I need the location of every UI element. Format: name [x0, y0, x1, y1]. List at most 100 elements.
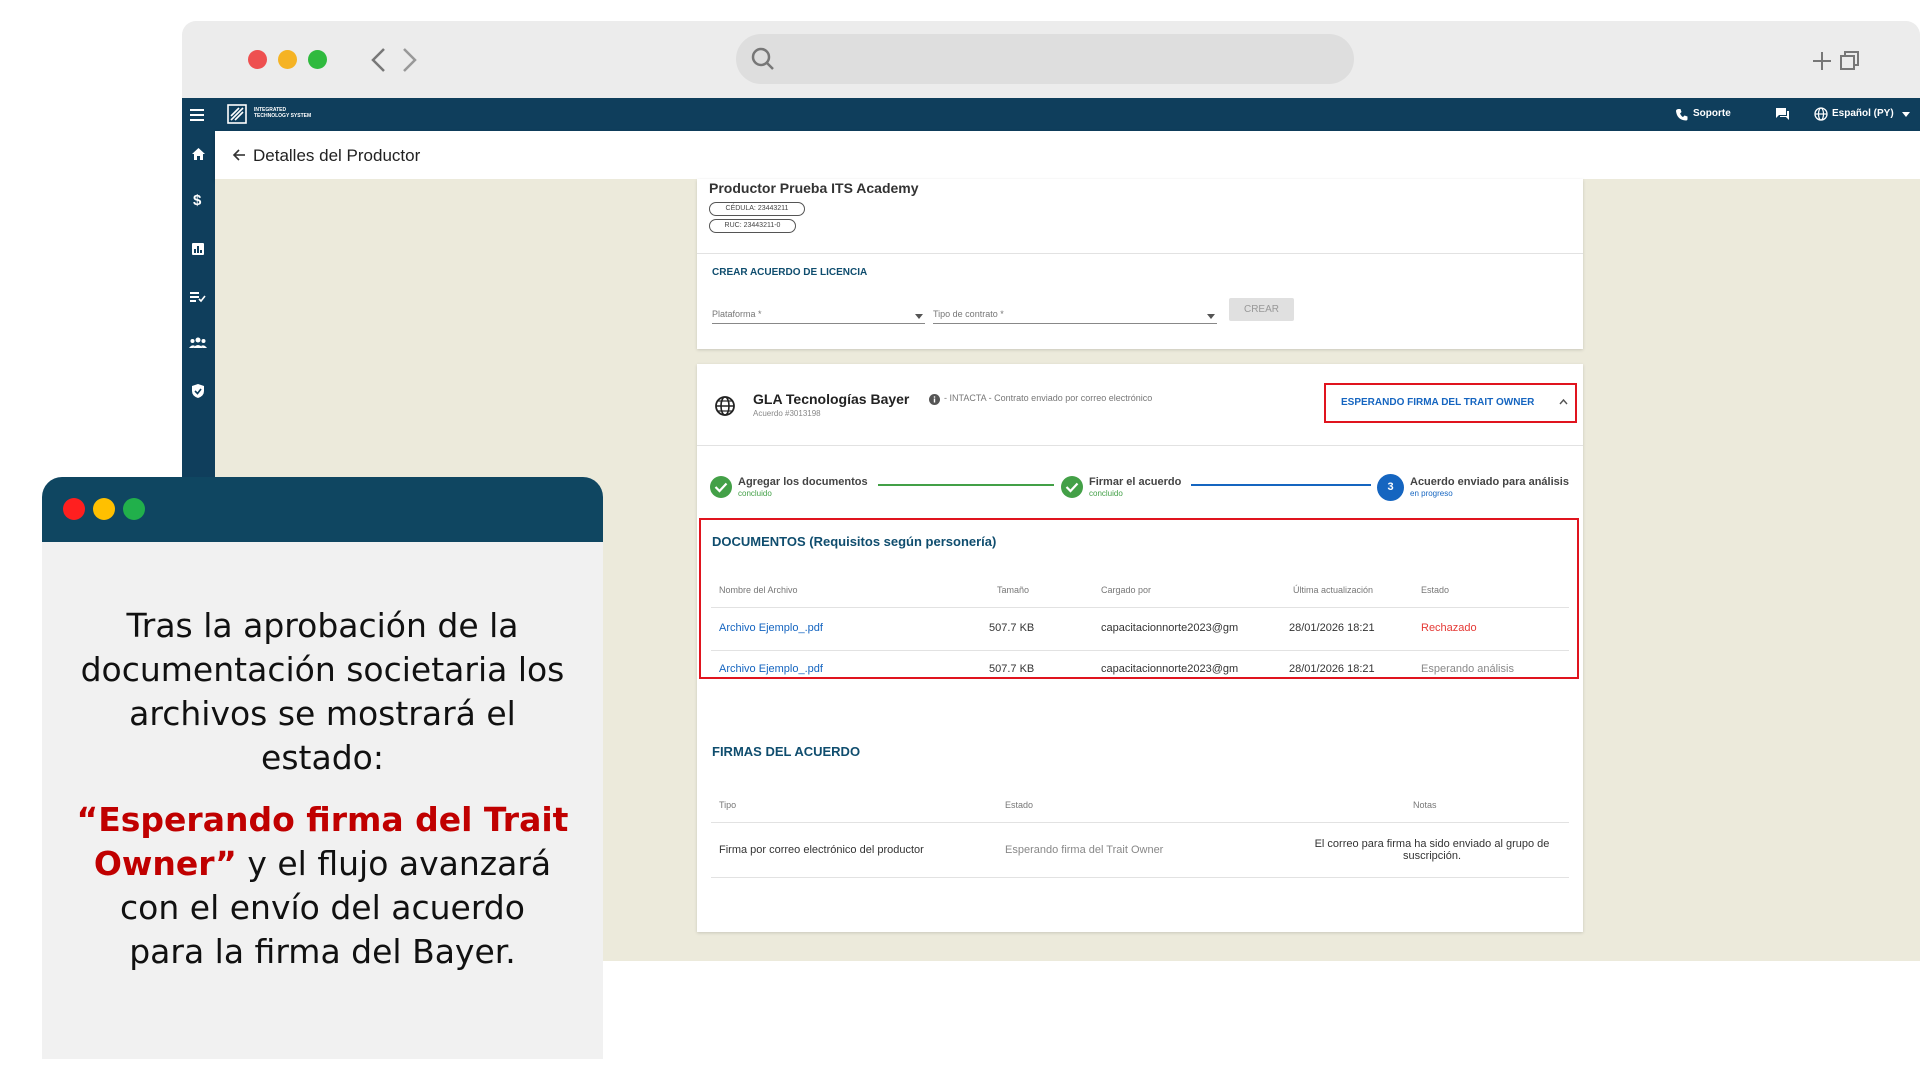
new-tab-plus-icon[interactable]: [1809, 48, 1835, 74]
maximize-window-button[interactable]: [308, 50, 327, 69]
page-header: Detalles del Productor: [215, 131, 1920, 179]
agreement-subtitle: - INTACTA - Contrato enviado por correo …: [944, 393, 1153, 403]
platform-label: Plataforma *: [712, 309, 762, 319]
close-window-button[interactable]: [248, 50, 267, 69]
table-row: Firma por correo electrónico del product…: [711, 823, 1569, 877]
notes-line-2: suscripción.: [1402, 850, 1462, 862]
signature-status: Esperando firma del Trait Owner: [1005, 844, 1164, 856]
step-1-label: Agregar los documentos: [738, 476, 868, 488]
phone-icon: [1676, 109, 1688, 121]
step-connector: [878, 484, 1054, 486]
uploaded-by: capacitacionnorte2023@gm: [1101, 663, 1239, 675]
column-header-status: Estado: [1421, 585, 1450, 595]
chevron-up-icon[interactable]: [1559, 398, 1568, 405]
file-link[interactable]: Archivo Ejemplo_.pdf: [719, 622, 823, 634]
its-logo-text: INTEGRATED TECHNOLOGY SYSTEM: [254, 107, 311, 119]
ruc-chip: RUC: 23443211-0: [709, 219, 796, 233]
back-arrow-icon[interactable]: [368, 46, 390, 74]
agreement-title: GLA Tecnologías Bayer: [753, 391, 910, 407]
app-top-bar: INTEGRATED TECHNOLOGY SYSTEM Soporte Esp…: [182, 98, 1920, 131]
step-2-check-icon: [1061, 476, 1083, 498]
notes-line-1: El correo para firma ha sido enviado al …: [1314, 838, 1550, 850]
group-icon[interactable]: [189, 337, 207, 349]
chevron-down-icon: [1207, 314, 1215, 319]
menu-icon[interactable]: [190, 108, 204, 121]
uploaded-by: capacitacionnorte2023@gm: [1101, 622, 1239, 634]
divider: [711, 877, 1569, 878]
shield-icon[interactable]: [191, 383, 205, 399]
its-logo-icon: [227, 104, 247, 124]
platform-select[interactable]: Plataforma *: [712, 307, 925, 324]
language-selector[interactable]: Español (PY): [1832, 108, 1894, 119]
step-1-check-icon: [710, 476, 732, 498]
step-2-status: concluido: [1089, 489, 1123, 498]
back-arrow-icon[interactable]: [232, 148, 246, 162]
forward-arrow-icon[interactable]: [398, 46, 420, 74]
column-header-notes: Notas: [1413, 800, 1437, 810]
globe-icon: [1814, 107, 1828, 121]
column-header-status: Estado: [1005, 800, 1034, 810]
close-window-button[interactable]: [63, 498, 85, 520]
last-update: 28/01/2026 18:21: [1289, 622, 1375, 634]
step-3-status: en progreso: [1410, 489, 1453, 498]
column-header-last-update: Última actualización: [1293, 585, 1374, 595]
agreement-number: Acuerdo #3013198: [753, 409, 821, 418]
search-icon: [751, 47, 774, 70]
file-size: 507.7 KB: [989, 663, 1035, 675]
step-3-label: Acuerdo enviado para análisis: [1410, 476, 1569, 488]
minimize-window-button[interactable]: [278, 50, 297, 69]
info-line: archivos se mostrará el: [129, 694, 516, 733]
column-header-file-name: Nombre del Archivo: [719, 585, 798, 595]
chart-icon[interactable]: [191, 242, 205, 256]
info-line: estado:: [261, 738, 384, 777]
file-size: 507.7 KB: [989, 622, 1035, 634]
file-link[interactable]: Archivo Ejemplo_.pdf: [719, 663, 823, 675]
create-button[interactable]: CREAR: [1229, 298, 1294, 321]
status-badge: Esperando análisis: [1421, 663, 1514, 675]
info-line: Tras la aprobación de la: [126, 606, 519, 645]
minimize-window-button[interactable]: [93, 498, 115, 520]
checklist-icon[interactable]: [190, 291, 206, 303]
status-badge: Rechazado: [1421, 622, 1477, 634]
chat-icon[interactable]: [1775, 107, 1790, 121]
last-update: 28/01/2026 18:21: [1289, 663, 1375, 675]
highlight-line: Owner”: [93, 844, 237, 883]
step-3-indicator: 3: [1377, 474, 1404, 501]
chevron-down-icon: [1902, 112, 1910, 117]
cedula-chip: CÉDULA: 23443211: [709, 202, 805, 216]
table-row: Archivo Ejemplo_.pdf 507.7 KB capacitaci…: [711, 608, 1569, 650]
column-header-uploaded-by: Cargado por: [1101, 585, 1152, 595]
signature-type: Firma por correo electrónico del product…: [719, 844, 924, 856]
info-line: con el envío del acuerdo: [120, 888, 525, 927]
support-link[interactable]: Soporte: [1693, 108, 1731, 119]
info-line: para la firma del Bayer.: [129, 932, 516, 971]
table-row: Archivo Ejemplo_.pdf 507.7 KB capacitaci…: [711, 651, 1569, 691]
info-window-body: Tras la aprobación de la documentación s…: [42, 542, 603, 1059]
signatures-section-title: FIRMAS DEL ACUERDO: [712, 744, 861, 759]
globe-icon: [715, 396, 735, 416]
step-connector: [1191, 484, 1371, 486]
tabs-overview-icon[interactable]: [1837, 48, 1863, 74]
info-line: documentación societaria los: [80, 650, 565, 689]
logo-line-2: TECHNOLOGY SYSTEM: [254, 113, 312, 119]
info-icon[interactable]: [929, 394, 940, 405]
divider: [697, 253, 1583, 254]
maximize-window-button[interactable]: [123, 498, 145, 520]
step-1-status: concluido: [738, 489, 772, 498]
home-icon[interactable]: [191, 147, 206, 161]
signature-notes: El correo para firma ha sido enviado al …: [1297, 838, 1567, 862]
dollar-icon[interactable]: $: [193, 192, 201, 209]
column-header-size: Tamaño: [997, 585, 1030, 595]
chevron-down-icon: [915, 314, 923, 319]
info-highlight-text: “Esperando firma del Trait Owner” y el f…: [42, 798, 603, 974]
contract-type-label: Tipo de contrato *: [933, 309, 1004, 319]
address-bar[interactable]: [736, 34, 1354, 84]
contract-type-select[interactable]: Tipo de contrato *: [933, 307, 1217, 324]
highlight-line: “Esperando firma del Trait: [76, 800, 569, 839]
license-section-title: CREAR ACUERDO DE LICENCIA: [712, 267, 868, 278]
page-title: Detalles del Productor: [253, 146, 421, 165]
step-2-label: Firmar el acuerdo: [1089, 476, 1182, 488]
agreement-card: GLA Tecnologías Bayer - INTACTA - Contra…: [697, 364, 1583, 932]
divider: [697, 445, 1583, 446]
agreement-status-toggle[interactable]: ESPERANDO FIRMA DEL TRAIT OWNER: [1341, 397, 1534, 408]
